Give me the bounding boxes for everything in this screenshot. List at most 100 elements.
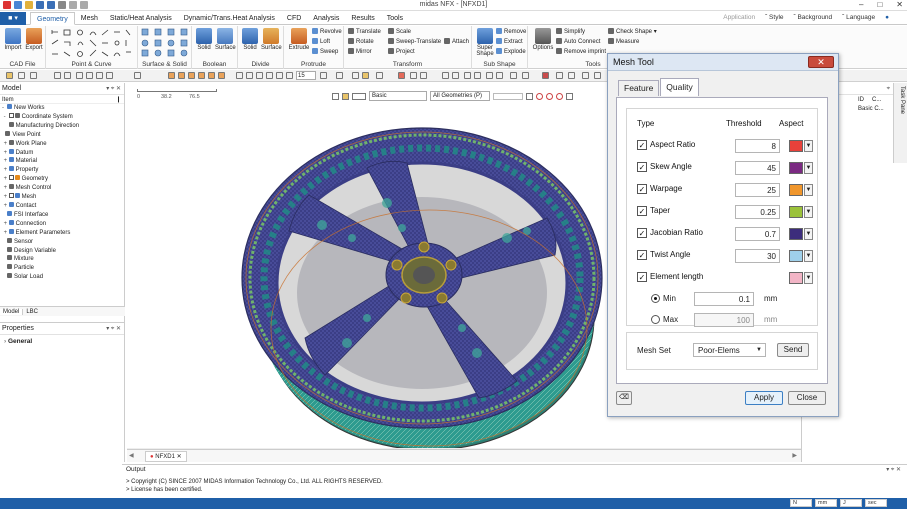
pick-icon[interactable] xyxy=(526,92,533,100)
table-icon[interactable] xyxy=(442,72,449,79)
element-length-color-swatch[interactable] xyxy=(789,272,803,284)
import-button[interactable]: Import xyxy=(3,28,23,51)
tab-static-heat-analysis[interactable]: Static/Heat Analysis xyxy=(104,12,178,25)
loft-button[interactable]: Loft xyxy=(312,38,330,45)
warpage-color-swatch[interactable] xyxy=(789,184,803,196)
eraser-button[interactable]: ⌫ xyxy=(616,391,632,405)
min-length-input[interactable]: 0.1 xyxy=(694,292,754,306)
task-pane-tab[interactable]: Task Pane xyxy=(893,83,907,163)
close-window-icon[interactable]: ✕ xyxy=(896,0,903,9)
max-length-input[interactable]: 100 xyxy=(694,313,754,327)
zoom-in-icon[interactable] xyxy=(76,72,83,79)
close-button[interactable]: Close xyxy=(788,391,826,405)
zoom-window-icon[interactable] xyxy=(64,72,71,79)
remove-button[interactable]: Remove xyxy=(496,28,526,35)
node-icon[interactable] xyxy=(582,72,589,79)
properties-section-general[interactable]: › General xyxy=(0,335,124,348)
snap-end-icon[interactable] xyxy=(556,92,563,100)
tree-item[interactable]: + Mesh Control xyxy=(2,184,124,193)
dialog-close-button[interactable]: ✕ xyxy=(808,56,834,68)
view-style-icon[interactable] xyxy=(332,92,339,100)
info-icon[interactable] xyxy=(464,72,471,79)
snap-settings-icon[interactable] xyxy=(566,92,573,100)
color-dropdown-icon[interactable]: ▼ xyxy=(804,228,813,240)
arrow-right-icon[interactable] xyxy=(246,72,253,79)
minimize-icon[interactable]: – xyxy=(859,0,863,9)
view-front-icon[interactable] xyxy=(168,72,175,79)
color-dropdown-icon[interactable]: ▼ xyxy=(804,162,813,174)
measure-button[interactable]: Measure xyxy=(608,38,639,45)
tree-item[interactable]: View Point xyxy=(2,130,124,140)
results-pin-icon[interactable]: ⌖ xyxy=(887,83,890,95)
snap-icon[interactable] xyxy=(510,72,517,79)
tab-lbc[interactable]: LBC xyxy=(23,309,41,315)
snap-mid-icon[interactable] xyxy=(546,92,553,100)
auto-connect-button[interactable]: Auto Connect xyxy=(556,38,600,45)
export-button[interactable]: Export xyxy=(24,28,44,51)
rotate-view-icon[interactable] xyxy=(96,72,103,79)
toolbar-select-icon[interactable] xyxy=(18,72,25,79)
tab-model[interactable]: Model xyxy=(0,309,24,315)
tree-item[interactable]: + Geometry xyxy=(2,175,124,184)
skew-angle-checkbox[interactable]: ✓ xyxy=(637,162,647,172)
display-option-icon[interactable] xyxy=(362,72,369,79)
color-dropdown-icon[interactable]: ▼ xyxy=(804,140,813,152)
group-icon[interactable] xyxy=(568,72,575,79)
query-icon[interactable] xyxy=(474,72,481,79)
tab-results[interactable]: Results xyxy=(345,12,380,25)
application-menu[interactable]: Application xyxy=(723,14,755,21)
tree-item[interactable]: - Coordinate System xyxy=(2,112,124,122)
tree-item[interactable]: + Material xyxy=(2,157,124,166)
color-dropdown-icon[interactable]: ▼ xyxy=(804,250,813,262)
visibility-checkbox[interactable] xyxy=(8,193,14,199)
warpage-threshold-input[interactable]: 25 xyxy=(735,183,780,197)
boolean-surface-button[interactable]: Surface xyxy=(215,28,236,51)
toolbar-tool-icon[interactable] xyxy=(6,72,13,79)
aspect-ratio-threshold-input[interactable]: 8 xyxy=(735,139,780,153)
view-back-icon[interactable] xyxy=(178,72,185,79)
file-menu-button[interactable]: ■ ▾ xyxy=(0,12,26,25)
language-menu[interactable]: ˇ Language xyxy=(842,14,875,21)
arrow-ccw-icon[interactable] xyxy=(286,72,293,79)
tab-quality[interactable]: Quality xyxy=(660,78,699,96)
rotate-button[interactable]: Rotate xyxy=(348,38,374,45)
tab-tools[interactable]: Tools xyxy=(381,12,409,25)
taper-checkbox[interactable]: ✓ xyxy=(637,206,647,216)
view-right-icon[interactable] xyxy=(218,72,225,79)
tree-item[interactable]: Solar Load xyxy=(2,273,124,282)
time-unit-select[interactable]: sec xyxy=(865,499,887,507)
divide-solid-button[interactable]: Solid xyxy=(240,28,260,51)
simplify-button[interactable]: Simplify xyxy=(556,28,585,35)
taper-color-swatch[interactable] xyxy=(789,206,803,218)
doc-tab-nfxd1[interactable]: ● NFXD1 ✕ xyxy=(145,451,187,462)
tree-item[interactable]: FSI Interface xyxy=(2,210,124,220)
tree-item[interactable]: + Connection xyxy=(2,219,124,229)
background-menu[interactable]: ˇ Background xyxy=(794,14,833,21)
length-unit-select[interactable]: mm xyxy=(815,499,837,507)
divide-surface-button[interactable]: Surface xyxy=(261,28,282,51)
twist-angle-color-swatch[interactable] xyxy=(789,250,803,262)
view-bottom-icon[interactable] xyxy=(198,72,205,79)
view-left-icon[interactable] xyxy=(208,72,215,79)
tab-scroll-left-icon[interactable]: ◀ xyxy=(129,452,134,459)
tree-item[interactable]: Design Variable xyxy=(2,246,124,256)
tab-analysis[interactable]: Analysis xyxy=(307,12,345,25)
select-all-icon[interactable] xyxy=(496,72,503,79)
max-radio[interactable] xyxy=(651,315,660,324)
tree-item[interactable]: + Property xyxy=(2,166,124,175)
super-shape-button[interactable]: Super Shape xyxy=(474,28,496,57)
color-dropdown-icon[interactable]: ▼ xyxy=(804,272,813,284)
tree-item[interactable]: Particle xyxy=(2,264,124,273)
tree-item[interactable]: - New Works xyxy=(2,104,124,113)
hide-icon[interactable] xyxy=(376,72,383,79)
arrow-cw-icon[interactable] xyxy=(276,72,283,79)
remove-imprint-button[interactable]: Remove imprint xyxy=(556,48,606,55)
render-mode-icon[interactable] xyxy=(320,72,327,79)
geometry-filter-select[interactable]: All Geometries (P) xyxy=(430,91,490,101)
force-unit-select[interactable]: N xyxy=(790,499,812,507)
check-shape-button[interactable]: Check Shape ▾ xyxy=(608,28,657,35)
jacobian-ratio-checkbox[interactable]: ✓ xyxy=(637,228,647,238)
tree-item[interactable]: + Datum xyxy=(2,148,124,158)
twist-angle-checkbox[interactable]: ✓ xyxy=(637,250,647,260)
tree-item[interactable]: + Element Parameters xyxy=(2,228,124,238)
